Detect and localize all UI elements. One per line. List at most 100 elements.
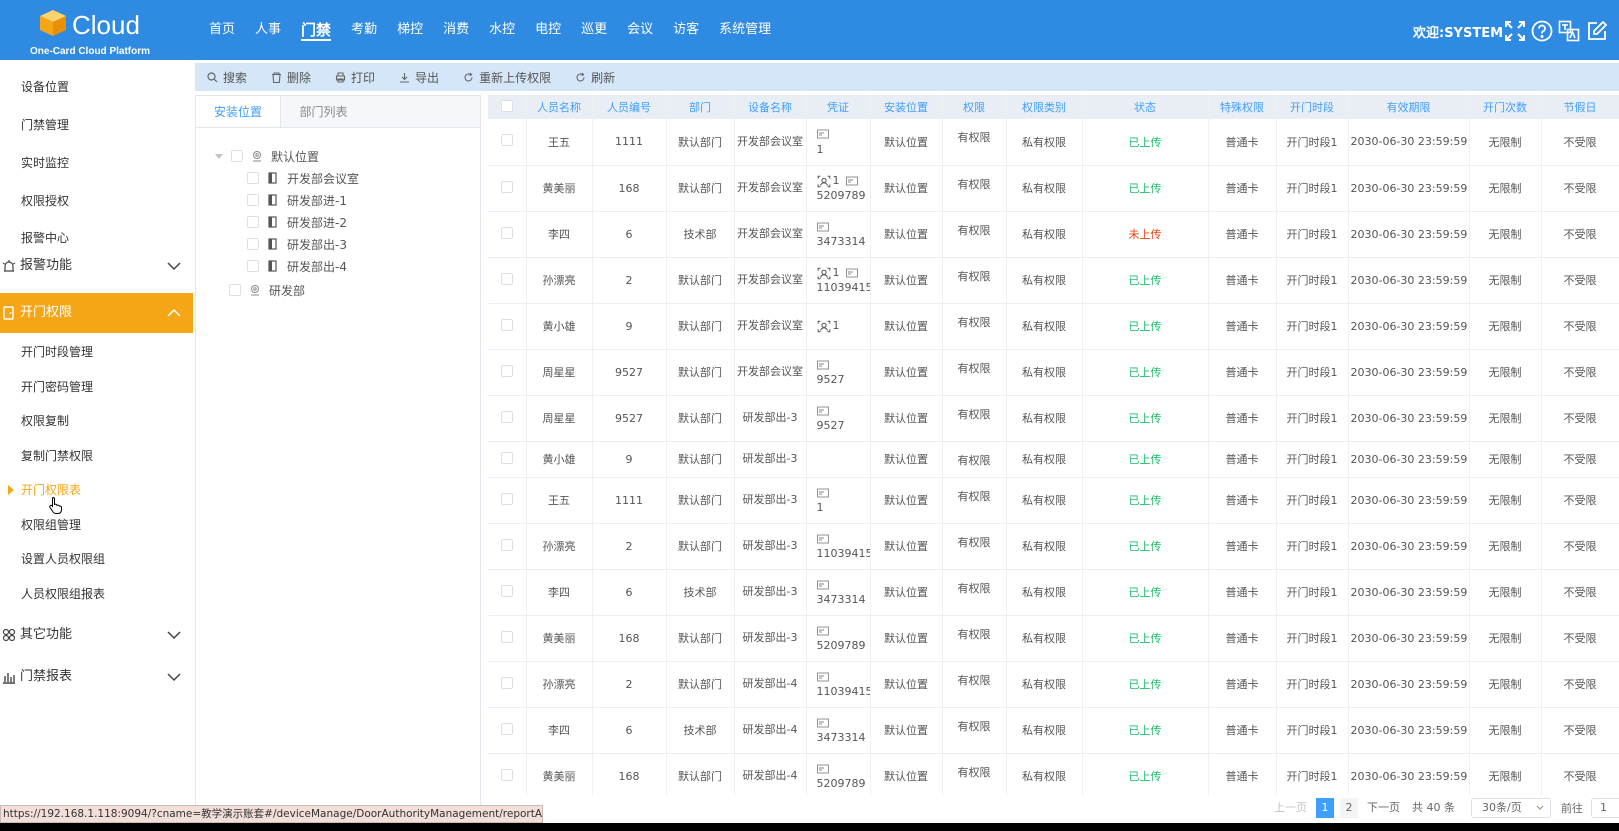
sidebar-item[interactable]: 实时监控 [0, 153, 193, 173]
tree-checkbox[interactable] [247, 194, 259, 206]
row-checkbox[interactable] [500, 630, 513, 643]
tree-node-device[interactable]: 开发部会议室 [247, 169, 359, 187]
table-row[interactable]: 黄美丽 168 默认部门 开发部会议室 1 5209789 默认位置 有权限 私有权限 已上传 普通… [488, 165, 1619, 212]
column-header[interactable]: 人员编号 [592, 95, 667, 119]
sidebar-group-door-permission[interactable]: 开门权限 [0, 293, 193, 333]
fullscreen-icon[interactable] [1504, 20, 1526, 42]
sidebar-subitem[interactable]: 开门权限表 [0, 480, 193, 500]
table-row[interactable]: 黄小雄 9 默认部门 开发部会议室 1 默认位置 有权限 私有权限 已上传 普通卡 开门时段1 203… [488, 303, 1619, 350]
tree-checkbox[interactable] [247, 238, 259, 250]
table-row[interactable]: 李四 6 技术部 研发部出-4 3473314 默认位置 有权限 私有权限 已上传 普通卡 开门时段… [488, 707, 1619, 754]
expand-caret-icon[interactable] [215, 153, 223, 159]
row-checkbox[interactable] [500, 768, 513, 781]
sidebar-item[interactable]: 权限授权 [0, 191, 193, 211]
chevron-up-icon[interactable] [167, 308, 181, 318]
row-checkbox[interactable] [500, 584, 513, 597]
table-row[interactable]: 孙漂亮 2 默认部门 研发部出-3 11039415 默认位置 有权限 私有权限 已上传 普通卡开… [488, 523, 1619, 570]
nav-item[interactable]: 电控 [525, 0, 571, 60]
nav-item[interactable]: 梯控 [387, 0, 433, 60]
sidebar-subitem[interactable]: 复制门禁权限 [0, 446, 193, 466]
page-1-button[interactable]: 1 [1316, 798, 1334, 818]
page-2-button[interactable]: 2 [1340, 798, 1358, 818]
tree-checkbox[interactable] [231, 150, 243, 162]
nav-item[interactable]: 水控 [479, 0, 525, 60]
row-checkbox[interactable] [500, 226, 513, 239]
nav-item[interactable]: 会议 [617, 0, 663, 60]
nav-item[interactable]: 考勤 [341, 0, 387, 60]
row-checkbox[interactable] [500, 318, 513, 331]
row-checkbox[interactable] [500, 676, 513, 689]
tree-node-device[interactable]: 研发部出-3 [247, 235, 347, 253]
toolbar-button[interactable]: 导出 [387, 63, 451, 91]
sidebar-group-other[interactable]: 其它功能 [0, 622, 193, 648]
table-row[interactable]: 周星星 9527 默认部门 开发部会议室 9527 默认位置 有权限 私有权限 已上传 普通卡 开门… [488, 349, 1619, 396]
row-checkbox[interactable] [500, 492, 513, 505]
sidebar-item[interactable]: 设备位置 [0, 77, 193, 97]
tree-checkbox[interactable] [247, 172, 259, 184]
chevron-down-icon[interactable] [167, 630, 181, 640]
toolbar-button[interactable]: 搜索 [195, 63, 259, 91]
column-header[interactable]: 节假日 [1541, 95, 1619, 119]
column-header[interactable]: 开门次数 [1469, 95, 1542, 119]
row-checkbox[interactable] [500, 272, 513, 285]
sidebar-subitem[interactable]: 开门时段管理 [0, 342, 193, 362]
chevron-down-icon[interactable] [167, 261, 181, 271]
table-row[interactable]: 黄小雄 9 默认部门 研发部出-3 默认位置 有权限 私有权限 已上传 普通卡 开门时段1 2030… [488, 441, 1619, 478]
column-header[interactable]: 部门 [666, 95, 735, 119]
table-row[interactable]: 孙漂亮 2 默认部门 研发部出-4 11039415 默认位置 有权限 私有权限 已上传 普通卡开… [488, 661, 1619, 708]
nav-item[interactable]: 门禁 [291, 0, 341, 60]
sidebar-subitem[interactable]: 人员权限组报表 [0, 584, 193, 604]
row-checkbox[interactable] [500, 451, 513, 464]
sidebar-subitem[interactable]: 权限组管理 [0, 515, 193, 535]
sidebar-subitem[interactable]: 权限复制 [0, 411, 193, 431]
table-row[interactable]: 王五 1111 默认部门 开发部会议室 1 默认位置 有权限 私有权限 已上传 普通卡 开门时段1 2… [488, 119, 1619, 166]
page-size-select[interactable]: 30条/页 [1471, 798, 1551, 818]
tree-node-rd[interactable]: 研发部 [229, 281, 305, 299]
row-checkbox[interactable] [500, 538, 513, 551]
row-checkbox[interactable] [500, 722, 513, 735]
prev-page-button[interactable]: 上一页 [1268, 798, 1313, 818]
select-all-checkbox[interactable] [500, 99, 513, 112]
nav-item[interactable]: 消费 [433, 0, 479, 60]
help-icon[interactable] [1531, 20, 1553, 42]
nav-item[interactable]: 首页 [199, 0, 245, 60]
tree-node-device[interactable]: 研发部进-1 [247, 191, 347, 209]
nav-item[interactable]: 系统管理 [709, 0, 781, 60]
next-page-button[interactable]: 下一页 [1361, 798, 1406, 818]
nav-item[interactable]: 巡更 [571, 0, 617, 60]
row-checkbox[interactable] [500, 410, 513, 423]
column-header[interactable]: 特殊权限 [1208, 95, 1277, 119]
edit-icon[interactable] [1586, 20, 1608, 42]
column-header[interactable]: 安装位置 [870, 95, 943, 119]
sidebar-subitem[interactable]: 开门密码管理 [0, 377, 193, 397]
table-row[interactable]: 李四 6 技术部 研发部出-3 3473314 默认位置 有权限 私有权限 已上传 普通卡 开门时段… [488, 569, 1619, 616]
table-row[interactable]: 黄美丽 168 默认部门 研发部出-4 5209789 默认位置 有权限 私有权限 已上传 普通卡… [488, 753, 1619, 795]
sidebar-item[interactable]: 报警中心 [0, 228, 193, 248]
sidebar-group-report[interactable]: 门禁报表 [0, 664, 193, 690]
row-checkbox[interactable] [500, 364, 513, 377]
table-row[interactable]: 周星星 9527 默认部门 研发部出-3 9527 默认位置 有权限 私有权限 已上传 普通卡 开门… [488, 395, 1619, 442]
goto-page-input[interactable]: 1 [1591, 798, 1619, 818]
column-header[interactable]: 开门时段 [1276, 95, 1349, 119]
toolbar-button[interactable]: 打印 [323, 63, 387, 91]
tree-checkbox[interactable] [229, 284, 241, 296]
column-header[interactable]: 权限 [942, 95, 1007, 119]
tab-department-list[interactable]: 部门列表 [281, 96, 366, 127]
column-header[interactable]: 状态 [1082, 95, 1209, 119]
sidebar-group-alarm[interactable]: 报警功能 [0, 253, 193, 279]
table-row[interactable]: 王五 1111 默认部门 研发部出-3 1 默认位置 有权限 私有权限 已上传 普通卡 开门时段1 2… [488, 477, 1619, 524]
chevron-down-icon[interactable] [167, 672, 181, 682]
nav-item[interactable]: 访客 [663, 0, 709, 60]
sidebar-item[interactable]: 门禁管理 [0, 115, 193, 135]
column-header[interactable]: 设备名称 [734, 95, 807, 119]
column-header[interactable]: 人员名称 [526, 95, 593, 119]
tree-node-root[interactable]: 默认位置 [215, 147, 319, 165]
tab-install-location[interactable]: 安装位置 [196, 96, 281, 127]
column-header[interactable]: 凭证 [806, 95, 871, 119]
toolbar-button[interactable]: 刷新 [563, 63, 627, 91]
tree-checkbox[interactable] [247, 260, 259, 272]
nav-item[interactable]: 人事 [245, 0, 291, 60]
row-checkbox[interactable] [500, 180, 513, 193]
toolbar-button[interactable]: 删除 [259, 63, 323, 91]
tree-checkbox[interactable] [247, 216, 259, 228]
